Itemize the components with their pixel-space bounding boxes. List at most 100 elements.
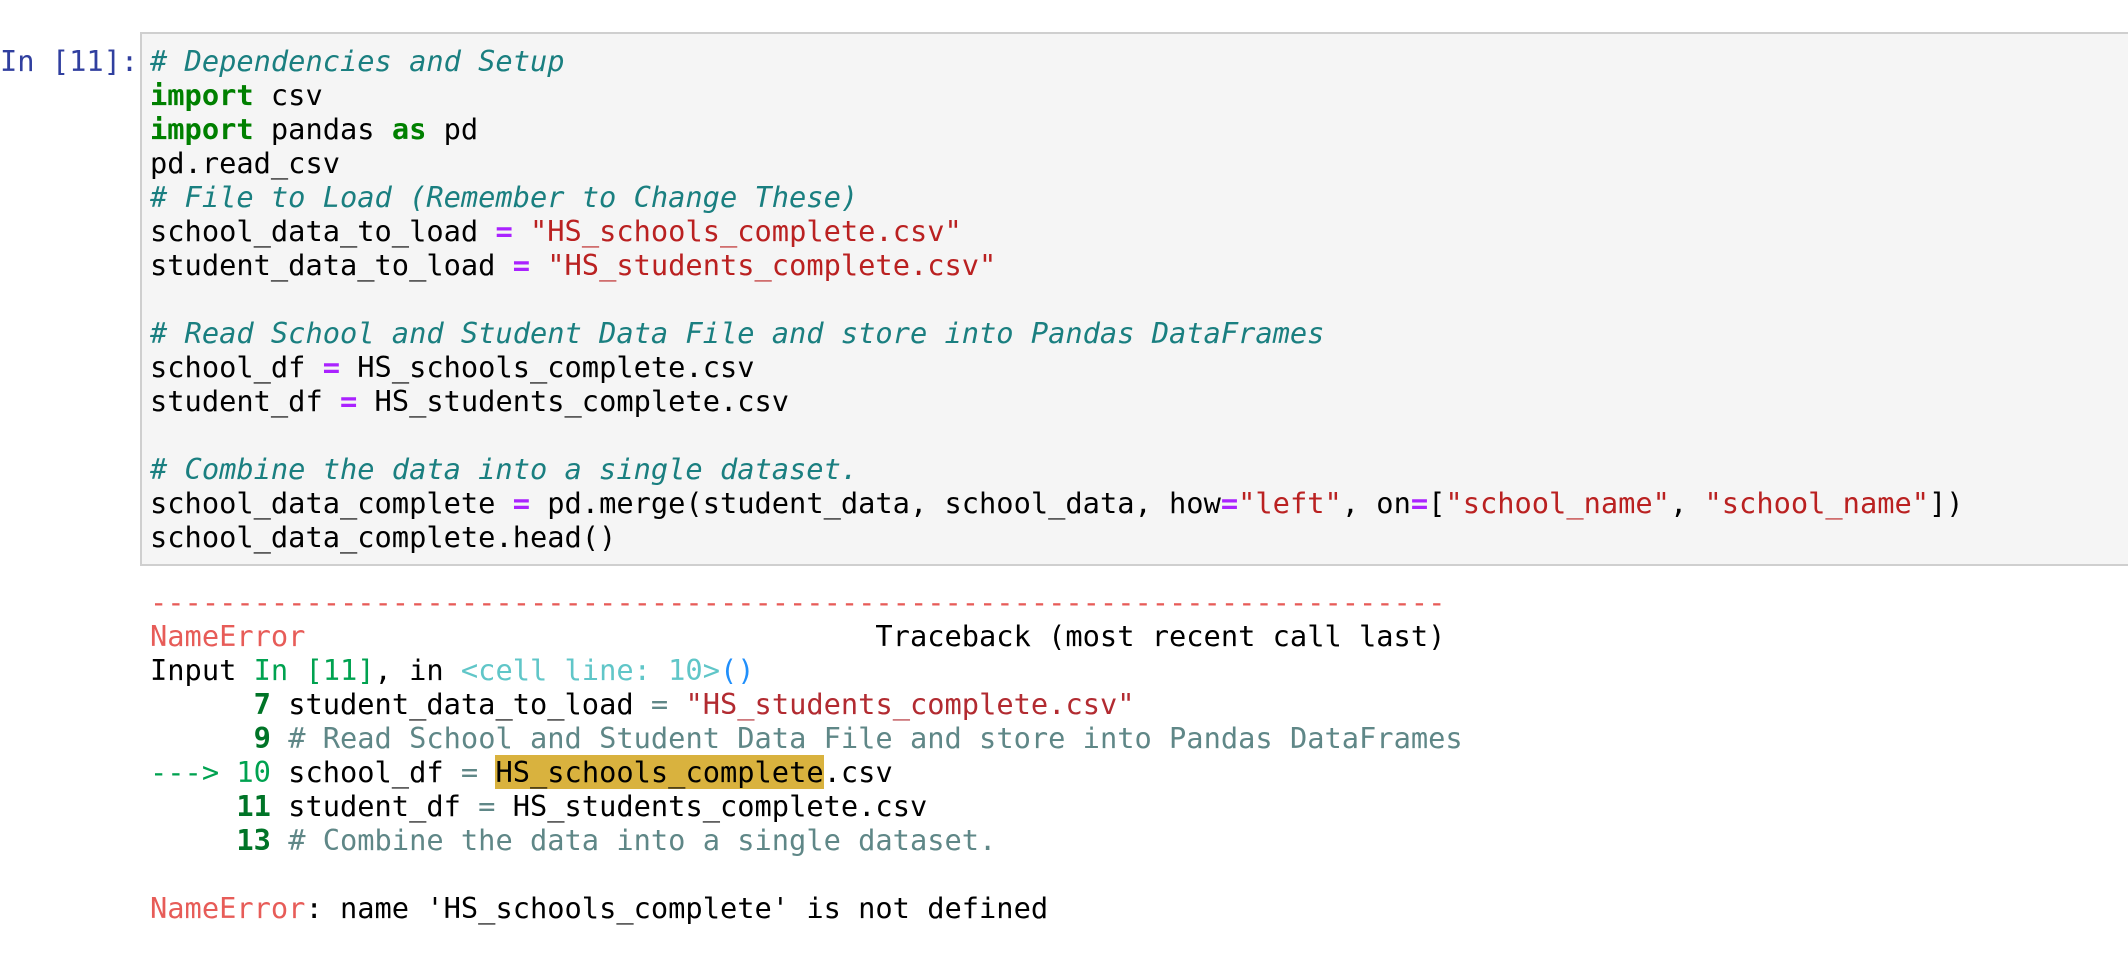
code-token: HS_students_complete.csv: [357, 384, 790, 418]
code-token: school_data_complete.head(): [150, 520, 617, 554]
code-token: # Combine the data into a single dataset…: [288, 823, 997, 857]
code-token: import: [150, 78, 254, 112]
code-line: school_data_complete.head(): [150, 520, 1964, 554]
code-token: =: [495, 214, 513, 248]
code-token: In [11]: [253, 653, 375, 687]
code-token: ----------------------------------------…: [150, 585, 1446, 619]
code-token: "left": [1238, 486, 1342, 520]
code-line: student_df = HS_students_complete.csv: [150, 384, 1964, 418]
traceback-line: [150, 857, 1463, 891]
code-line: # File to Load (Remember to Change These…: [150, 180, 1964, 214]
code-token: (): [719, 653, 755, 687]
code-token: pd: [426, 112, 479, 146]
code-token: school_df: [270, 755, 461, 789]
code-line: import pandas as pd: [150, 112, 1964, 146]
code-line: student_data_to_load = "HS_students_comp…: [150, 248, 1964, 282]
code-line: # Read School and Student Data File and …: [150, 316, 1964, 350]
code-token: =: [512, 248, 530, 282]
code-token: 9: [253, 721, 271, 755]
code-token: =: [650, 687, 669, 721]
code-token: pd.merge(student_data, school_data, how: [529, 486, 1221, 520]
code-line: # Dependencies and Setup: [150, 44, 1964, 78]
code-token: =: [340, 384, 358, 418]
code-token: "HS_students_complete.csv": [685, 687, 1135, 721]
code-token: school_data_to_load: [150, 214, 496, 248]
code-token: ]): [1929, 486, 1964, 520]
code-editor[interactable]: # Dependencies and Setup import csv import…: [150, 44, 1964, 554]
code-line: # Combine the data into a single dataset…: [150, 452, 1964, 486]
code-token: : name 'HS_schools_complete' is not defi…: [305, 891, 1049, 925]
error-output: ----------------------------------------…: [150, 585, 1463, 925]
code-token: HS_students_complete.csv: [495, 789, 928, 823]
code-token: =: [460, 755, 479, 789]
code-token: NameError: [150, 619, 306, 653]
code-token: "HS_schools_complete.csv": [530, 214, 962, 248]
code-token: import: [150, 112, 254, 146]
code-token: 11: [236, 789, 271, 823]
code-token: pd.read_csv: [150, 146, 340, 180]
code-token: =: [1220, 486, 1239, 520]
code-line: school_data_complete = pd.merge(student_…: [150, 486, 1964, 520]
code-token: pandas: [253, 112, 392, 146]
code-token: "HS_students_complete.csv": [547, 248, 997, 282]
code-token: student_data_to_load: [150, 248, 513, 282]
code-token: student_df: [150, 384, 340, 418]
code-token: =: [478, 789, 496, 823]
code-token: ,: [1669, 486, 1705, 520]
code-token: 7: [253, 687, 271, 721]
code-token: "school_name": [1704, 486, 1930, 520]
highlighted-token: HS_schools_complete: [495, 755, 824, 789]
traceback-line: Input In [11], in <cell line: 10>(): [150, 653, 1463, 687]
traceback-line: NameError Traceback (most recent call la…: [150, 619, 1463, 653]
code-line: school_data_to_load = "HS_schools_comple…: [150, 214, 1964, 248]
code-token: csv: [253, 78, 323, 112]
code-token: NameError: [150, 891, 306, 925]
code-line: import csv: [150, 78, 1964, 112]
traceback-line: 13 # Combine the data into a single data…: [150, 823, 1463, 857]
code-token: , in: [374, 653, 461, 687]
code-line: pd.read_csv: [150, 146, 1964, 180]
code-token: # Dependencies and Setup: [150, 44, 565, 78]
code-token: 13: [236, 823, 271, 857]
code-token: Traceback (most recent call last): [305, 619, 1446, 653]
cell-prompt: In [11]:: [0, 44, 139, 78]
traceback-line: ---> 10 school_df = HS_schools_complete.…: [150, 755, 1463, 789]
code-token: , on: [1341, 486, 1411, 520]
code-line: school_df = HS_schools_complete.csv: [150, 350, 1964, 384]
code-token: # File to Load (Remember to Change These…: [150, 180, 859, 214]
code-token: =: [322, 350, 340, 384]
code-token: student_data_to_load: [270, 687, 651, 721]
code-token: <cell line: 10>: [460, 653, 720, 687]
code-token: Input: [150, 653, 254, 687]
code-token: [: [1428, 486, 1446, 520]
code-token: # Read School and Student Data File and …: [150, 316, 1325, 350]
code-token: =: [512, 486, 530, 520]
code-token: "school_name": [1445, 486, 1670, 520]
traceback-line: ----------------------------------------…: [150, 585, 1463, 619]
traceback-line: 9 # Read School and Student Data File an…: [150, 721, 1463, 755]
code-token: school_df: [150, 350, 323, 384]
code-token: student_df: [270, 789, 479, 823]
code-token: # Combine the data into a single dataset…: [150, 452, 859, 486]
traceback-line: 7 student_data_to_load = "HS_students_co…: [150, 687, 1463, 721]
traceback-line: 11 student_df = HS_students_complete.csv: [150, 789, 1463, 823]
code-token: as: [391, 112, 427, 146]
code-token: HS_schools_complete.csv: [340, 350, 755, 384]
code-token: # Read School and Student Data File and …: [288, 721, 1463, 755]
code-token: .csv: [823, 755, 893, 789]
code-token: =: [1410, 486, 1429, 520]
traceback-line: NameError: name 'HS_schools_complete' is…: [150, 891, 1463, 925]
code-token: ---> 10: [150, 755, 271, 789]
